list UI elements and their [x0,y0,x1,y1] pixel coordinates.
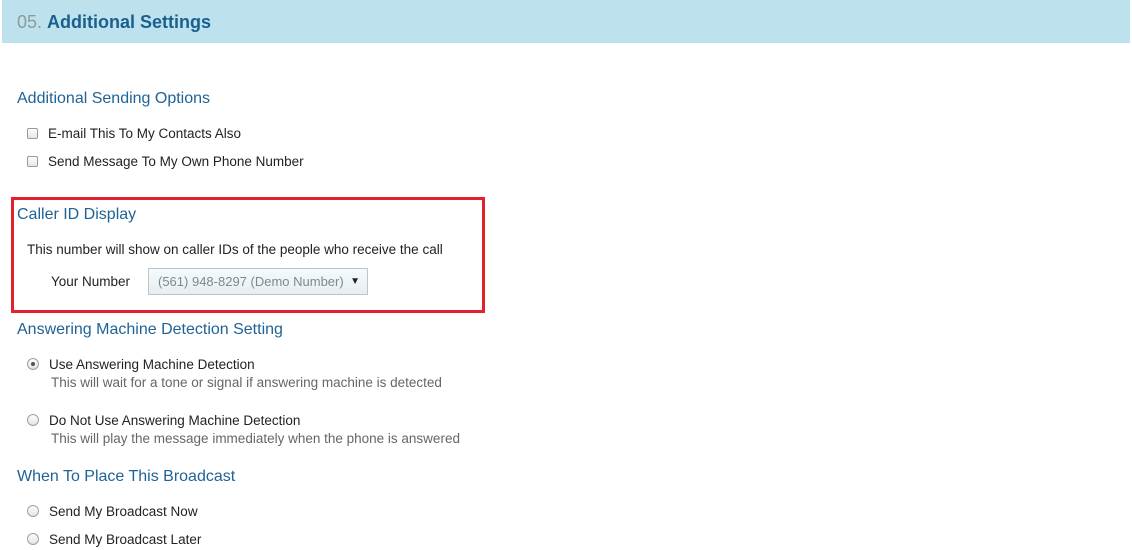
your-number-label: Your Number [51,274,131,289]
caller-id-number-select[interactable]: (561) 948-8297 (Demo Number) ▼ [148,268,368,295]
send-later-label[interactable]: Send My Broadcast Later [49,532,201,547]
schedule-title: When To Place This Broadcast [17,468,236,485]
use-amd-option[interactable]: Use Answering Machine Detection [27,355,255,373]
send-now-option[interactable]: Send My Broadcast Now [27,502,198,520]
own-phone-option[interactable]: Send Message To My Own Phone Number [27,152,304,170]
sending-options-title: Additional Sending Options [17,90,211,107]
answering-machine-title: Answering Machine Detection Setting [17,321,283,338]
use-amd-label[interactable]: Use Answering Machine Detection [49,357,255,372]
send-later-radio[interactable] [27,533,39,545]
no-amd-label[interactable]: Do Not Use Answering Machine Detection [49,413,300,428]
section-number: 05. [17,12,43,32]
no-amd-option[interactable]: Do Not Use Answering Machine Detection [27,411,300,429]
section-header-title: 05. Additional Settings [17,11,211,33]
own-phone-label[interactable]: Send Message To My Own Phone Number [48,154,304,169]
section-header: 05. Additional Settings [2,0,1130,43]
send-now-radio[interactable] [27,505,39,517]
send-later-option[interactable]: Send My Broadcast Later [27,530,201,548]
chevron-down-icon: ▼ [350,276,360,287]
no-amd-radio[interactable] [27,414,39,426]
section-title-text: Additional Settings [47,12,212,32]
email-contacts-label[interactable]: E-mail This To My Contacts Also [48,126,241,141]
caller-id-title: Caller ID Display [17,206,137,223]
use-amd-radio[interactable] [27,358,39,370]
email-contacts-checkbox[interactable] [27,127,38,139]
own-phone-checkbox[interactable] [27,155,38,167]
no-amd-description: This will play the message immediately w… [51,431,460,446]
use-amd-description: This will wait for a tone or signal if a… [51,375,442,390]
email-contacts-option[interactable]: E-mail This To My Contacts Also [27,124,241,142]
caller-id-number-value: (561) 948-8297 (Demo Number) [158,274,344,289]
send-now-label[interactable]: Send My Broadcast Now [49,504,198,519]
caller-id-description: This number will show on caller IDs of t… [27,242,443,257]
